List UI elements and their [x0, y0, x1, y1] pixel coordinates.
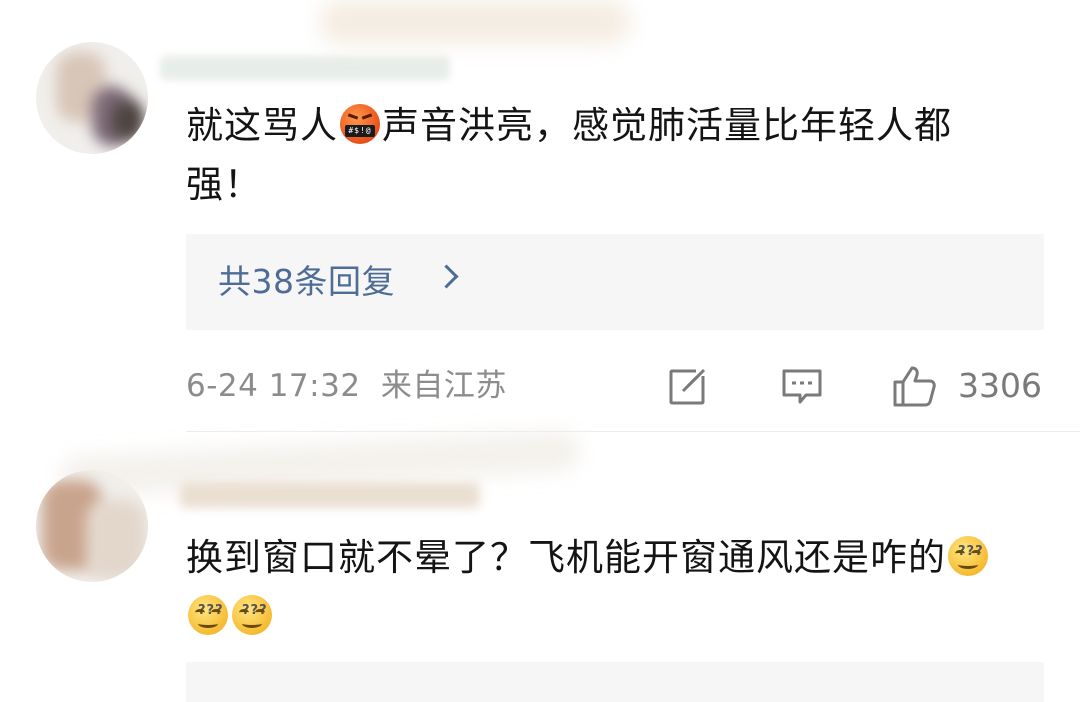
emoji-caption: #$!@ — [345, 125, 375, 137]
chevron-right-icon — [434, 264, 459, 289]
avatar[interactable] — [36, 470, 148, 582]
comment-location: 来自江苏 — [380, 368, 507, 404]
replies-panel[interactable]: 共38条回复 — [186, 234, 1044, 330]
thumbs-up-icon[interactable] — [892, 364, 936, 408]
username-blurred — [320, 0, 630, 44]
share-icon[interactable] — [666, 364, 710, 408]
comment-text-part: 换到窗口就不晕了？飞机能开窗通风还是咋的 — [186, 536, 946, 579]
dizzy-emoji-icon: ??? — [948, 536, 988, 576]
avatar[interactable] — [36, 42, 148, 154]
replies-panel[interactable] — [186, 662, 1044, 702]
username-blurred[interactable] — [160, 56, 450, 80]
comment-text: 换到窗口就不晕了？飞机能开窗通风还是咋的????????? — [186, 528, 1026, 646]
comment-meta: 6-24 17:32 来自江苏 — [186, 364, 507, 408]
angry-emoji-icon: #$!@ — [340, 104, 380, 144]
dizzy-emoji-icon: ??? — [232, 595, 272, 635]
comment-icon[interactable] — [780, 364, 824, 408]
like-count: 3306 — [958, 366, 1042, 405]
comment-item: 就这骂人 #$!@ 声音洪亮，感觉肺活量比年轻人都强！ 共38条回复 6-24 17… — [0, 0, 1080, 432]
comment-item: 换到窗口就不晕了？飞机能开窗通风还是咋的????????? — [0, 430, 1080, 702]
comment-text-part: 就这骂人 — [186, 104, 338, 147]
comment-text: 就这骂人 #$!@ 声音洪亮，感觉肺活量比年轻人都强！ — [186, 96, 1026, 214]
username-blurred[interactable] — [180, 482, 480, 508]
comment-date: 6-24 17:32 — [186, 368, 361, 404]
dizzy-emoji-icon: ??? — [188, 595, 228, 635]
view-replies-link[interactable]: 共38条回复 — [218, 260, 395, 304]
